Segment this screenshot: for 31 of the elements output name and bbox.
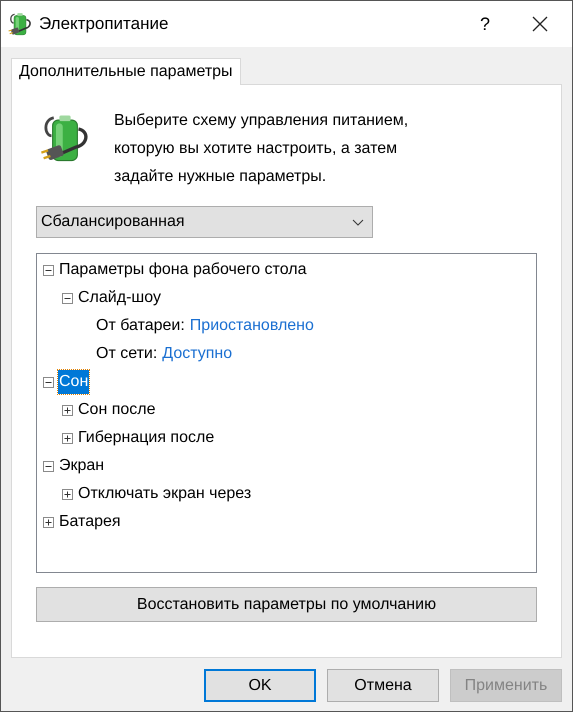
tree-item[interactable]: Батарея [58,510,122,534]
intro-text: Выберите схему управления питанием, которую вы хотите настроить, а затем задайте нужные параметры. [114,111,410,187]
tree-item[interactable]: Экран [58,454,106,478]
plan-dropdown[interactable]: Сбалансированная [36,206,373,238]
expand-icon[interactable] [62,404,73,416]
tree-item[interactable]: Отключать экран через [77,482,252,506]
dialog-button[interactable]: Отмена [327,669,439,702]
setting-value[interactable]: Доступно [162,342,232,366]
tree-item[interactable]: Слайд-шоу [77,286,162,310]
expand-icon[interactable] [62,488,73,500]
collapse-icon[interactable] [43,460,54,472]
tree-item[interactable]: Сон [58,370,90,394]
help-button[interactable]: ? [462,1,508,47]
collapse-icon[interactable] [43,376,54,388]
collapse-icon[interactable] [43,264,54,276]
window-title: Электропитание [39,13,168,36]
expand-icon[interactable] [62,432,73,444]
tree-item[interactable]: Гибернация после [77,426,216,450]
dialog-button[interactable]: OK [204,669,316,702]
tree-item[interactable]: Сон после [77,398,157,422]
setting-label: От сети: [96,344,158,364]
setting-value[interactable]: Приостановлено [190,314,314,338]
restore-defaults-button[interactable]: Восстановить параметры по умолчанию [36,587,537,622]
setting-label: От батареи: [96,316,185,336]
chevron-down-icon[interactable] [352,218,364,226]
expand-icon[interactable] [43,516,54,528]
battery-icon [7,11,33,37]
close-icon[interactable] [532,16,548,32]
collapse-icon[interactable] [62,292,73,304]
tab[interactable]: Дополнительные параметры [11,58,241,85]
tree-item[interactable]: Параметры фона рабочего стола [58,258,308,282]
